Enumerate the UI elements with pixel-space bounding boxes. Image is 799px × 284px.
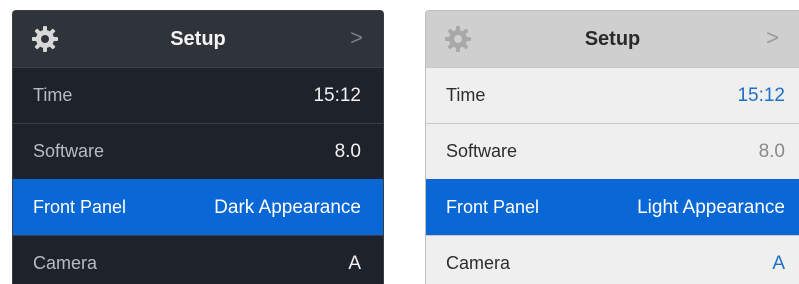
page-title: Setup (170, 27, 226, 50)
setting-row-front-panel[interactable]: Front Panel Dark Appearance (13, 179, 383, 235)
setup-header: Setup > (426, 11, 799, 67)
setting-row-software[interactable]: Software 8.0 (13, 123, 383, 179)
chevron-right-icon[interactable]: > (350, 25, 363, 51)
setting-row-camera[interactable]: Camera A (426, 235, 799, 284)
setting-label: Software (446, 141, 518, 161)
setting-label: Camera (33, 253, 98, 273)
setting-row-front-panel[interactable]: Front Panel Light Appearance (426, 179, 799, 235)
setting-value: A (348, 252, 361, 274)
gear-icon[interactable] (31, 25, 59, 53)
setting-label: Front Panel (446, 197, 540, 217)
setup-header: Setup > (13, 11, 383, 67)
setting-value: Dark Appearance (214, 196, 361, 218)
setting-value: 8.0 (758, 140, 785, 162)
setting-label: Time (446, 85, 486, 105)
setting-row-time[interactable]: Time 15:12 (13, 67, 383, 123)
chevron-right-icon[interactable]: > (766, 25, 779, 51)
setting-label: Camera (446, 253, 511, 273)
setup-panel-light: Setup > Time 15:12 Software 8.0 Front Pa… (425, 10, 799, 284)
page-title: Setup (584, 27, 641, 50)
setting-label: Time (33, 85, 73, 105)
setting-row-camera[interactable]: Camera A (13, 235, 383, 284)
setting-row-time[interactable]: Time 15:12 (426, 67, 799, 123)
setting-value: 15:12 (313, 84, 361, 106)
setup-panel-dark: Setup > Time 15:12 Software 8.0 Front Pa… (12, 10, 384, 284)
setting-value: 8.0 (334, 140, 361, 162)
setting-label: Front Panel (33, 197, 127, 217)
setting-value: 15:12 (737, 84, 785, 106)
gear-icon[interactable] (444, 25, 472, 53)
setting-value: A (772, 252, 785, 274)
setting-label: Software (33, 141, 105, 161)
setting-value: Light Appearance (637, 196, 785, 218)
setting-row-software[interactable]: Software 8.0 (426, 123, 799, 179)
